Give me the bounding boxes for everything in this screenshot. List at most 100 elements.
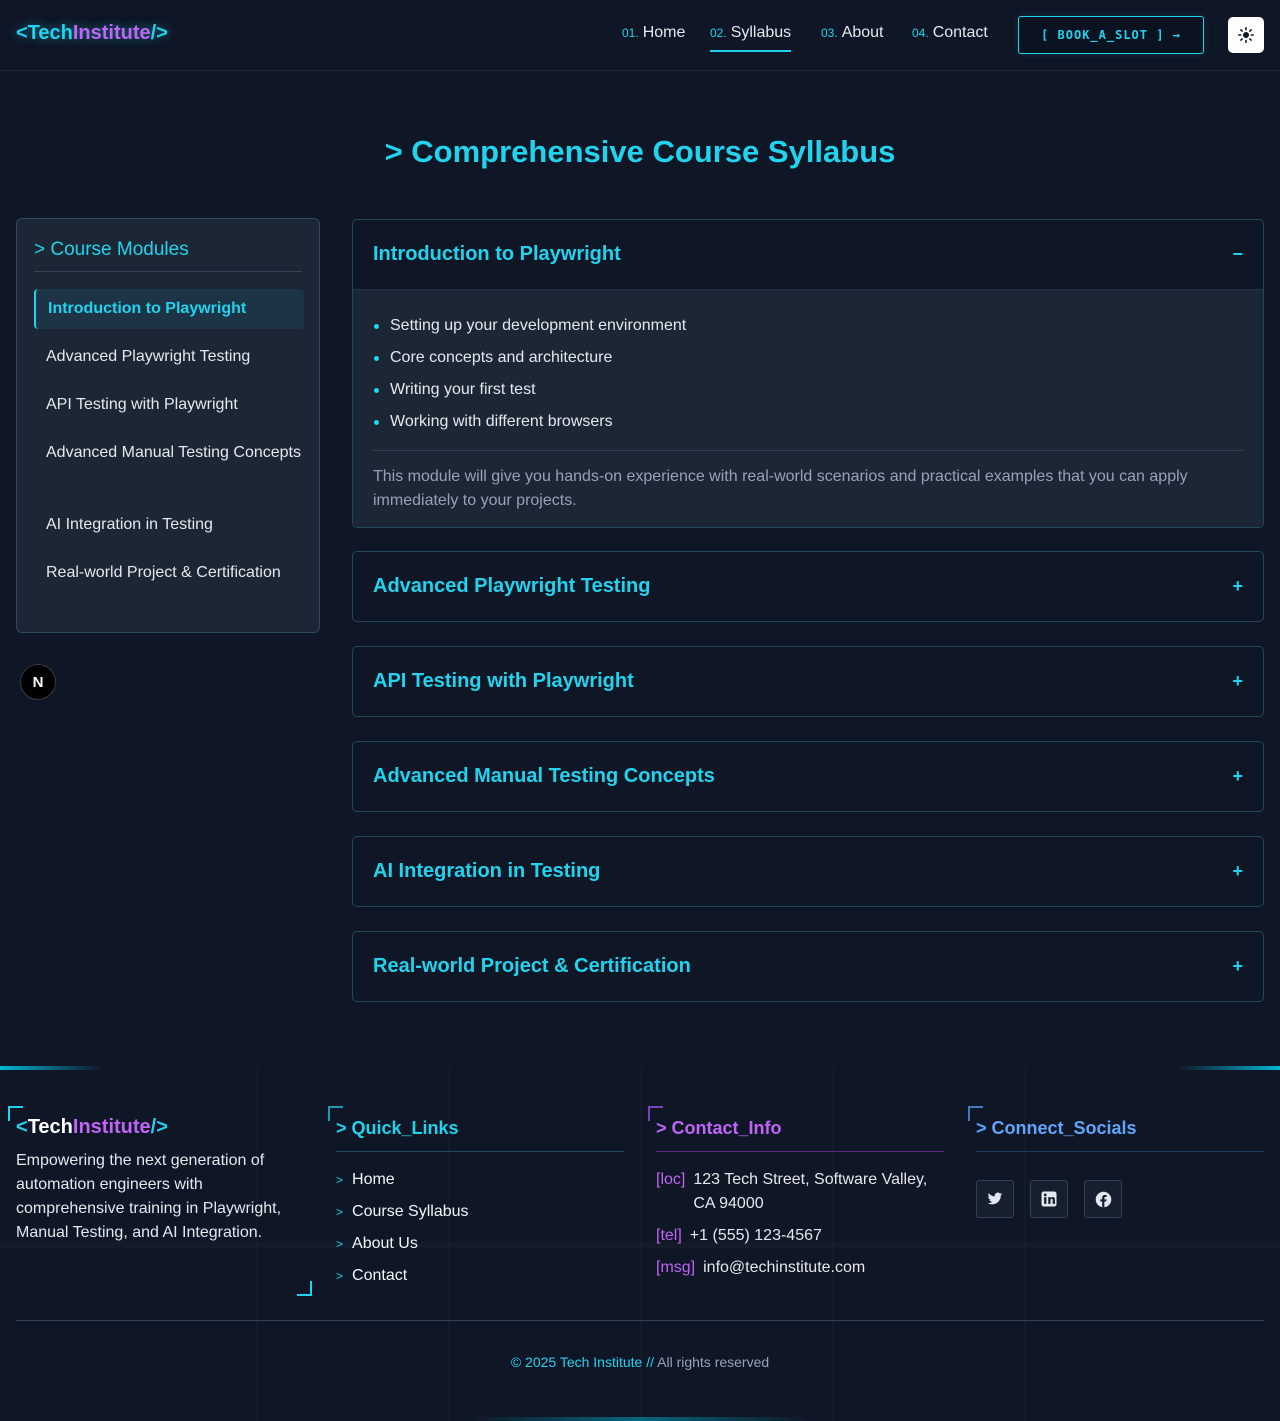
nav-number: 02. <box>710 26 727 40</box>
logo-close: /> <box>150 22 168 44</box>
footer-link-label: Home <box>352 1171 395 1188</box>
contact-email[interactable]: [msg] info@techinstitute.com <box>656 1256 944 1280</box>
email-tag: [msg] <box>656 1259 696 1276</box>
accordion-header[interactable]: Real-world Project & Certification + <box>353 932 1263 1001</box>
site-footer: <TechInstitute/> Empowering the next gen… <box>0 1066 1280 1421</box>
sidebar-item-advanced-playwright[interactable]: Advanced Playwright Testing <box>34 345 304 369</box>
footer-about-text: Empowering the next generation of automa… <box>16 1152 282 1241</box>
topic-item: Setting up your development environment <box>373 310 1243 342</box>
footer-link-label: Course Syllabus <box>352 1203 469 1220</box>
copyright-separator: // <box>642 1354 658 1370</box>
topic-item: Writing your first test <box>373 374 1243 406</box>
contact-phone[interactable]: [tel] +1 (555) 123-4567 <box>656 1224 944 1248</box>
sidebar-item-api-testing[interactable]: API Testing with Playwright <box>34 393 304 417</box>
accordion-title: Real-world Project & Certification <box>373 955 691 977</box>
footer-link-label: Contact <box>352 1267 408 1284</box>
expand-icon: + <box>1232 576 1243 596</box>
accordion-header[interactable]: AI Integration in Testing + <box>353 837 1263 906</box>
module-accordion-ai-integration: AI Integration in Testing + <box>352 836 1264 907</box>
contact-info-heading: > Contact_Info <box>656 1118 944 1152</box>
sidebar-item-real-world-project[interactable]: Real-world Project & Certification <box>34 561 304 585</box>
accordion-title: Introduction to Playwright <box>373 243 621 265</box>
chevron-right-icon: > <box>336 1173 344 1187</box>
accordion-header[interactable]: API Testing with Playwright + <box>353 647 1263 716</box>
accordion-title: AI Integration in Testing <box>373 860 601 882</box>
logo-accent: Institute <box>72 22 151 44</box>
module-accordion-manual-testing: Advanced Manual Testing Concepts + <box>352 741 1264 812</box>
nav-label: Home <box>642 24 686 41</box>
accordion-header[interactable]: Introduction to Playwright − <box>353 220 1263 289</box>
footer-socials: > Connect_Socials <box>976 1118 1264 1228</box>
footer-logo[interactable]: <TechInstitute/> <box>16 1116 312 1139</box>
location-tag: [loc] <box>656 1171 686 1188</box>
copyright: © 2025 Tech Institute // All rights rese… <box>0 1354 1280 1370</box>
course-modules-sidebar: > Course Modules Introduction to Playwri… <box>16 218 320 633</box>
theme-toggle-button[interactable] <box>1228 17 1264 53</box>
logo-close: /> <box>150 1116 168 1138</box>
copyright-text: All rights reserved <box>657 1354 770 1370</box>
page-title: > Comprehensive Course Syllabus <box>384 134 896 169</box>
sidebar-item-manual-testing[interactable]: Advanced Manual Testing Concepts <box>34 441 304 465</box>
accordion-title: Advanced Manual Testing Concepts <box>373 765 715 787</box>
sidebar-divider <box>34 271 302 272</box>
expand-icon: + <box>1232 671 1243 691</box>
site-header: <TechInstitute/> 01. Home 02. Syllabus 03.… <box>0 0 1280 71</box>
nav-contact[interactable]: 04. Contact <box>912 24 988 52</box>
facebook-button[interactable] <box>1084 1180 1122 1218</box>
footer-divider <box>16 1320 1264 1321</box>
footer-link-home[interactable]: > Home <box>336 1164 624 1196</box>
corner-decoration <box>297 1281 312 1296</box>
topic-item: Working with different browsers <box>373 406 1243 438</box>
n-badge-button[interactable]: N <box>20 664 56 700</box>
footer-bottom-glow <box>470 1417 810 1421</box>
nav-home[interactable]: 01. Home <box>622 24 685 52</box>
linkedin-button[interactable] <box>1030 1180 1068 1218</box>
twitter-button[interactable] <box>976 1180 1014 1218</box>
footer-link-syllabus[interactable]: > Course Syllabus <box>336 1196 624 1228</box>
accordion-body: Setting up your development environment … <box>353 289 1263 527</box>
topic-item: Core concepts and architecture <box>373 342 1243 374</box>
footer-contact-info: > Contact_Info [loc] 123 Tech Street, Sof… <box>656 1118 944 1288</box>
accordion-header[interactable]: Advanced Manual Testing Concepts + <box>353 742 1263 811</box>
contact-address: 123 Tech Street, Software Valley, CA 940… <box>693 1171 928 1212</box>
topic-list: Setting up your development environment … <box>373 310 1243 438</box>
copyright-brand[interactable]: Tech Institute <box>560 1354 643 1370</box>
nav-label: Contact <box>932 24 988 41</box>
nav-about[interactable]: 03. About <box>821 24 884 52</box>
accordion-header[interactable]: Advanced Playwright Testing + <box>353 552 1263 621</box>
chevron-right-icon: > <box>336 1205 344 1219</box>
module-description: This module will give you hands-on exper… <box>373 468 1188 509</box>
copyright-year: © 2025 <box>510 1354 560 1370</box>
footer-brand: <TechInstitute/> Empowering the next gen… <box>16 1106 312 1245</box>
linkedin-icon <box>1041 1191 1057 1207</box>
module-accordion-real-world-project: Real-world Project & Certification + <box>352 931 1264 1002</box>
footer-link-label: About Us <box>352 1235 418 1252</box>
module-accordion-advanced-playwright: Advanced Playwright Testing + <box>352 551 1264 622</box>
sidebar-item-introduction[interactable]: Introduction to Playwright <box>34 289 304 329</box>
module-accordion-api-testing: API Testing with Playwright + <box>352 646 1264 717</box>
twitter-icon <box>987 1192 1003 1205</box>
footer-link-about[interactable]: > About Us <box>336 1228 624 1260</box>
sun-icon <box>1238 27 1254 43</box>
logo-open: < <box>16 1116 28 1138</box>
nav-syllabus[interactable]: 02. Syllabus <box>710 24 792 52</box>
socials-heading: > Connect_Socials <box>976 1118 1264 1152</box>
footer-quick-links: > Quick_Links > Home > Course Syllabus > Ab… <box>336 1118 624 1292</box>
site-logo[interactable]: <TechInstitute/> <box>16 22 168 45</box>
expand-icon: + <box>1232 956 1243 976</box>
sidebar-item-ai-integration[interactable]: AI Integration in Testing <box>34 513 304 537</box>
facebook-icon <box>1095 1191 1111 1207</box>
collapse-icon: − <box>1232 244 1243 264</box>
contact-location: [loc] 123 Tech Street, Software Valley, C… <box>656 1168 944 1216</box>
sidebar-title: > Course Modules <box>34 239 189 260</box>
nav-number: 03. <box>821 26 838 40</box>
contact-email-address: info@techinstitute.com <box>703 1259 866 1276</box>
phone-tag: [tel] <box>656 1227 682 1244</box>
footer-link-contact[interactable]: > Contact <box>336 1260 624 1292</box>
module-accordion-introduction: Introduction to Playwright − Setting up … <box>352 219 1264 528</box>
module-divider <box>373 450 1243 451</box>
book-a-slot-button[interactable]: [ BOOK_A_SLOT ] → <box>1018 16 1204 54</box>
chevron-right-icon: > <box>336 1269 344 1283</box>
chevron-right-icon: > <box>336 1237 344 1251</box>
logo-open: <Tech <box>16 22 73 44</box>
